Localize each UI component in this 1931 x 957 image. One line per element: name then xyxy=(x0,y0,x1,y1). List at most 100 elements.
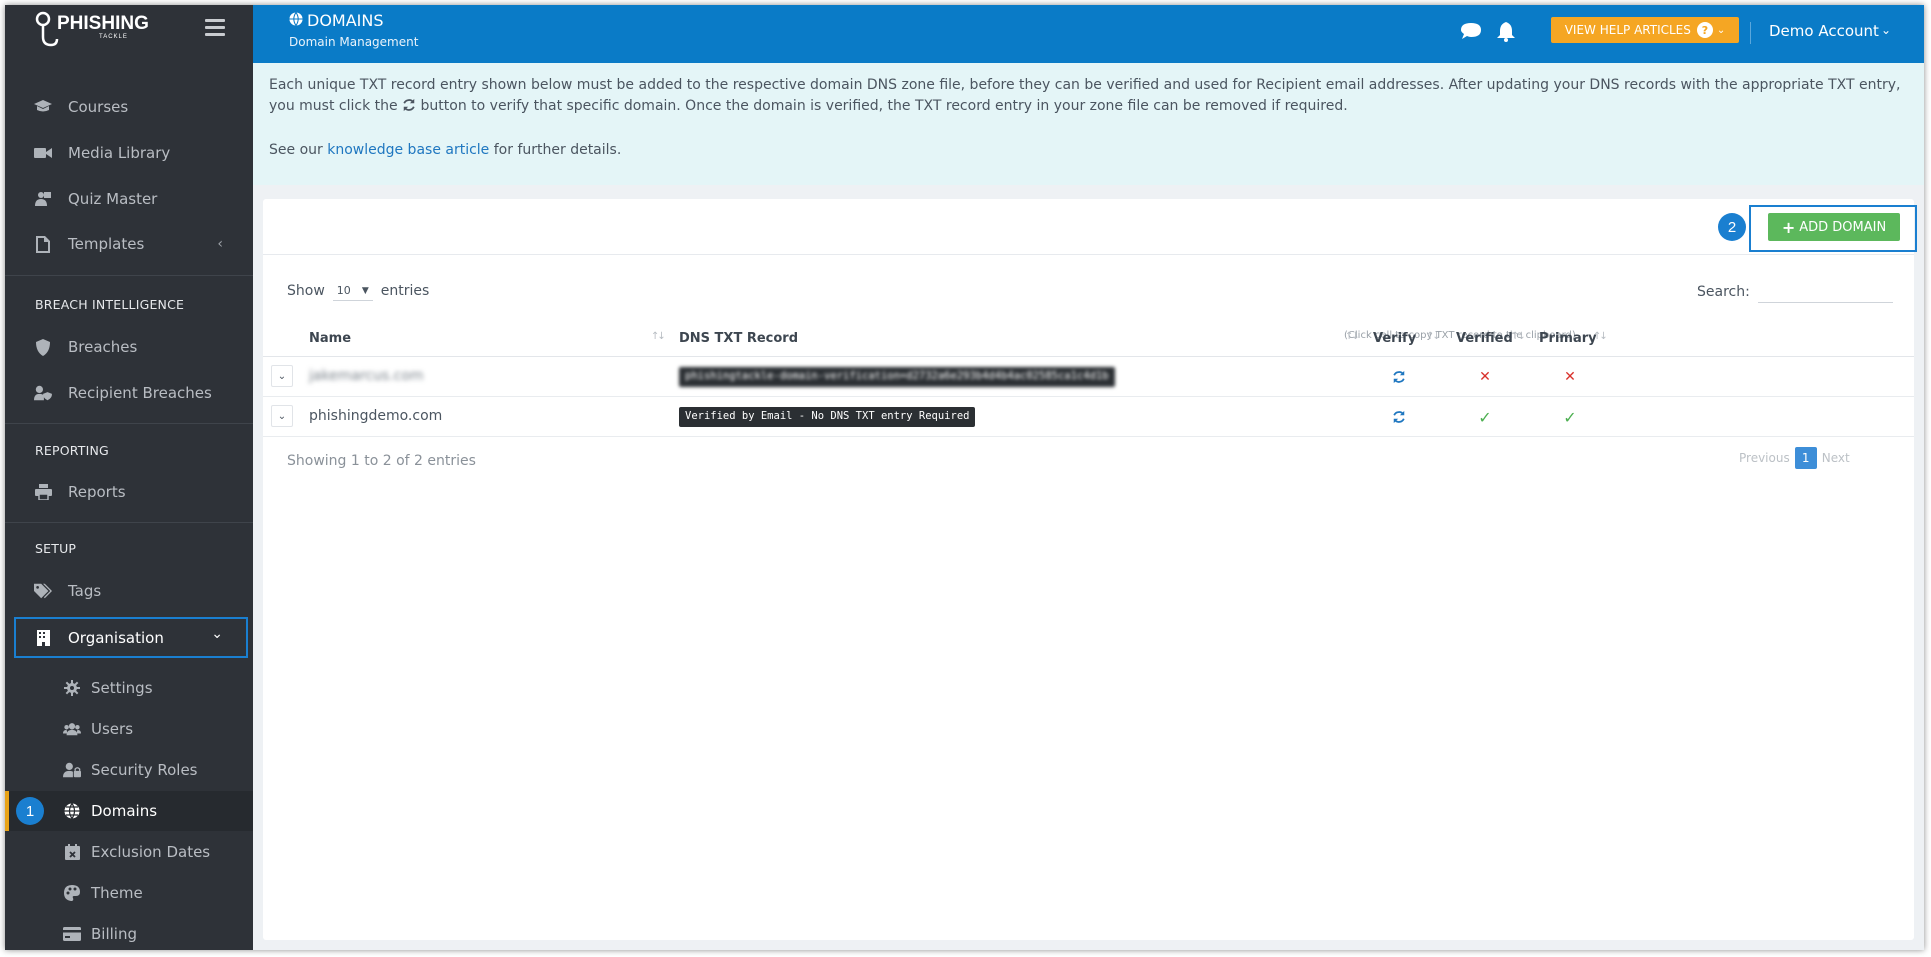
account-menu[interactable]: Demo Account xyxy=(1769,22,1879,40)
sort-icon[interactable]: ↑↓ xyxy=(1511,331,1526,342)
building-icon xyxy=(34,629,52,647)
sidebar-item-security-roles[interactable]: Security Roles xyxy=(5,750,253,790)
notice-paragraph: See our knowledge base article for furth… xyxy=(269,140,1908,161)
knowledge-base-link[interactable]: knowledge base article xyxy=(327,142,489,158)
search-input[interactable] xyxy=(1757,281,1893,303)
sidebar-item-settings[interactable]: Settings xyxy=(5,668,253,708)
calendar-x-icon xyxy=(63,843,81,861)
printer-icon xyxy=(34,483,52,501)
sidebar-item-billing[interactable]: Billing xyxy=(5,914,253,950)
refresh-icon xyxy=(402,98,416,119)
menu-toggle-icon[interactable] xyxy=(205,19,225,37)
sidebar-item-label: Breaches xyxy=(68,338,138,356)
chat-icon[interactable] xyxy=(1460,22,1482,44)
teacher-icon xyxy=(34,190,52,208)
notice-text-after: button to verify that specific domain. O… xyxy=(420,98,1348,114)
sidebar-item-media-library[interactable]: Media Library xyxy=(5,133,253,173)
logo-subtext: TACKLE xyxy=(99,34,128,40)
sidebar-item-templates[interactable]: Templates ‹ xyxy=(5,224,253,264)
sidebar-item-quiz-master[interactable]: Quiz Master xyxy=(5,179,253,219)
file-icon xyxy=(34,235,52,253)
page-title: DOMAINS xyxy=(289,11,384,30)
sidebar-item-recipient-breaches[interactable]: Recipient Breaches xyxy=(5,373,253,413)
globe-icon xyxy=(63,802,81,820)
info-notice: Each unique TXT record entry shown below… xyxy=(253,63,1924,185)
divider xyxy=(5,522,253,523)
pagination-next[interactable]: Next xyxy=(1822,451,1850,465)
sort-icon[interactable]: ↑↓ xyxy=(1593,331,1608,342)
sidebar-item-label: Domains xyxy=(91,802,158,820)
notice-paragraph: Each unique TXT record entry shown below… xyxy=(269,75,1908,119)
sidebar-item-label: Security Roles xyxy=(91,761,198,779)
sidebar: PHISHING TACKLE Courses Media Library Qu… xyxy=(5,5,253,950)
logo-wordmark: PHISHING xyxy=(57,13,149,34)
section-title-breach-intelligence: BREACH INTELLIGENCE xyxy=(35,297,185,312)
sidebar-item-courses[interactable]: Courses xyxy=(5,87,253,127)
phishing-tackle-logo[interactable]: PHISHING TACKLE xyxy=(31,9,171,51)
sidebar-item-theme[interactable]: Theme xyxy=(5,873,253,913)
sort-icon[interactable]: ↑↓ xyxy=(651,331,666,342)
sidebar-item-tags[interactable]: Tags xyxy=(5,571,253,611)
sidebar-item-label: Theme xyxy=(91,884,143,902)
sidebar-item-users[interactable]: Users xyxy=(5,709,253,749)
step-2-badge: 2 xyxy=(1718,213,1746,241)
expand-row-button[interactable]: ⌄ xyxy=(271,365,293,387)
txt-record-cell[interactable]: phishingtackle-domain-verification=d2732… xyxy=(679,367,1115,387)
top-header: DOMAINS Domain Management VIEW HELP ARTI… xyxy=(253,5,1924,63)
tags-icon xyxy=(34,582,52,600)
refresh-icon[interactable] xyxy=(1390,368,1408,386)
section-title-reporting: REPORTING xyxy=(35,443,109,458)
column-header-primary[interactable]: Primary xyxy=(1539,331,1597,346)
sidebar-item-exclusion-dates[interactable]: Exclusion Dates xyxy=(5,832,253,872)
table-row: ⌄ jakemarcus.com phishingtackle-domain-v… xyxy=(263,357,1914,397)
column-header-verify[interactable]: Verify xyxy=(1373,331,1416,346)
sort-icon[interactable]: ↑↓ xyxy=(1345,331,1360,342)
page-length-control: Show 10 ▼ entries xyxy=(287,281,429,301)
sort-icon[interactable]: ↑↓ xyxy=(1426,331,1441,342)
shield-icon xyxy=(34,338,52,356)
column-header-verified[interactable]: Verified xyxy=(1456,331,1513,346)
sidebar-item-label: Tags xyxy=(68,582,102,600)
domain-name: jakemarcus.com xyxy=(309,368,424,384)
section-title-setup: SETUP xyxy=(35,541,77,556)
sidebar-item-label: Media Library xyxy=(68,144,171,162)
add-domain-button[interactable]: + ADD DOMAIN xyxy=(1768,213,1900,241)
sidebar-item-label: Exclusion Dates xyxy=(91,843,211,861)
sidebar-item-organisation[interactable]: Organisation ⌄ xyxy=(5,618,253,658)
notice-see-before: See our xyxy=(269,142,323,158)
sidebar-item-label: Quiz Master xyxy=(68,190,158,208)
page-title-text: DOMAINS xyxy=(307,11,384,30)
page-subtitle: Domain Management xyxy=(289,35,419,49)
sidebar-item-label: Users xyxy=(91,720,134,738)
chevron-down-icon: ⌄ xyxy=(211,626,223,642)
pagination-previous[interactable]: Previous xyxy=(1739,451,1790,465)
page-size-select[interactable]: 10 ▼ xyxy=(332,281,373,301)
domain-name: phishingdemo.com xyxy=(309,408,443,424)
chevron-down-icon[interactable]: ⌄ xyxy=(1881,23,1891,37)
txt-record-cell[interactable]: Verified by Email - No DNS TXT entry Req… xyxy=(679,407,976,427)
search-control: Search: xyxy=(1697,281,1893,303)
pagination-page-1[interactable]: 1 xyxy=(1794,447,1817,469)
column-header-dns-txt[interactable]: DNS TXT Record xyxy=(679,331,798,346)
gear-icon xyxy=(63,679,81,697)
user-shield-icon xyxy=(34,384,52,402)
sidebar-item-label: Courses xyxy=(68,98,129,116)
table-header: Name ↑↓ DNS TXT Record (Click cell to co… xyxy=(263,319,1914,357)
sidebar-item-reports[interactable]: Reports xyxy=(5,472,253,512)
sidebar-item-breaches[interactable]: Breaches xyxy=(5,327,253,367)
column-header-name[interactable]: Name xyxy=(309,331,351,346)
sidebar-item-label: Templates xyxy=(68,235,145,253)
view-help-articles-button[interactable]: VIEW HELP ARTICLES ? ⌄ xyxy=(1551,17,1739,43)
chevron-down-icon: ⌄ xyxy=(1716,24,1726,36)
sidebar-item-label: Settings xyxy=(91,679,153,697)
globe-icon xyxy=(289,11,307,30)
pagination: Previous 1 Next xyxy=(1739,447,1850,469)
check-icon: ✓ xyxy=(1478,407,1492,427)
expand-row-button[interactable]: ⌄ xyxy=(271,405,293,427)
sidebar-item-label: Reports xyxy=(68,483,126,501)
refresh-icon[interactable] xyxy=(1390,408,1408,426)
divider xyxy=(5,275,253,276)
bell-icon[interactable] xyxy=(1497,22,1519,44)
entries-label: entries xyxy=(380,283,430,299)
graduation-cap-icon xyxy=(34,98,52,116)
